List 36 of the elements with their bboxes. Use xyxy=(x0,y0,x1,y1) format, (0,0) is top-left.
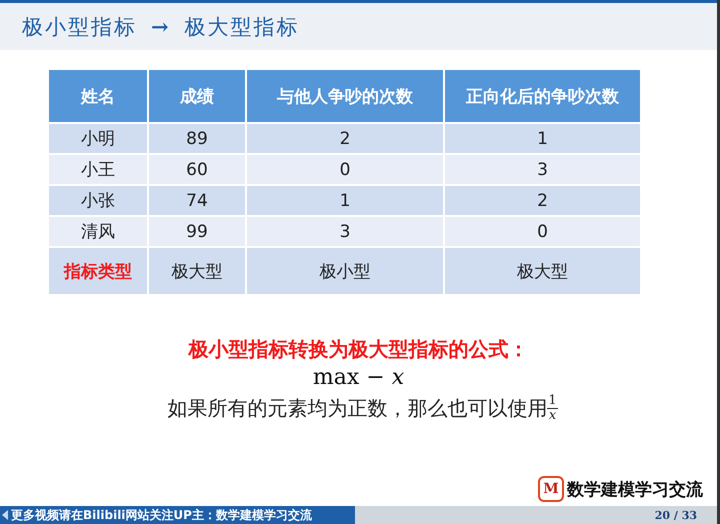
column-header: 正向化后的争吵次数 xyxy=(444,69,641,123)
table-cell: 2 xyxy=(444,185,641,216)
table-cell: 小张 xyxy=(48,185,148,216)
table-cell: 0 xyxy=(246,154,444,185)
table-cell: 清风 xyxy=(48,216,148,247)
table-cell: 60 xyxy=(148,154,246,185)
logo-text: 数学建模学习交流 xyxy=(567,478,703,500)
table-cell: 指标类型 xyxy=(48,247,148,295)
table-cell: 1 xyxy=(444,123,641,154)
table-cell: 0 xyxy=(444,216,641,247)
table-cell: 74 xyxy=(148,185,246,216)
table-cell: 极小型 xyxy=(246,247,444,295)
table-cell: 3 xyxy=(246,216,444,247)
table-cell: 2 xyxy=(246,123,444,154)
table-cell: 3 xyxy=(444,154,641,185)
table-cell: 小明 xyxy=(48,123,148,154)
page-number: 20 / 33 xyxy=(654,508,697,522)
formula: max − x xyxy=(312,365,404,390)
slide-title: 极大型指标 xyxy=(184,14,300,40)
formula-heading: 极小型指标转换为极大型指标的公式： xyxy=(188,336,528,363)
column-header: 与他人争吵的次数 xyxy=(246,69,444,123)
back-icon[interactable] xyxy=(2,510,8,520)
table-cell: 1 xyxy=(246,185,444,216)
column-header: 姓名 xyxy=(48,69,148,123)
table-cell: 极大型 xyxy=(444,247,641,295)
table-cell: 99 xyxy=(148,216,246,247)
arrow-glyph: → xyxy=(151,14,171,39)
column-header: 成绩 xyxy=(148,69,246,123)
fraction: 1 x xyxy=(547,394,558,423)
table-cell: 89 xyxy=(148,123,246,154)
slide-title: 极小型指标 xyxy=(22,14,137,40)
note-text: 如果所有的元素均为正数，那么也可以使用 xyxy=(167,395,548,422)
caption-text: 更多视频请在Bilibili网站关注UP主：数学建模学习交流 xyxy=(11,506,312,524)
logo-icon: M xyxy=(538,476,564,502)
table-cell: 小王 xyxy=(48,154,148,185)
table-cell: 极大型 xyxy=(148,247,246,295)
